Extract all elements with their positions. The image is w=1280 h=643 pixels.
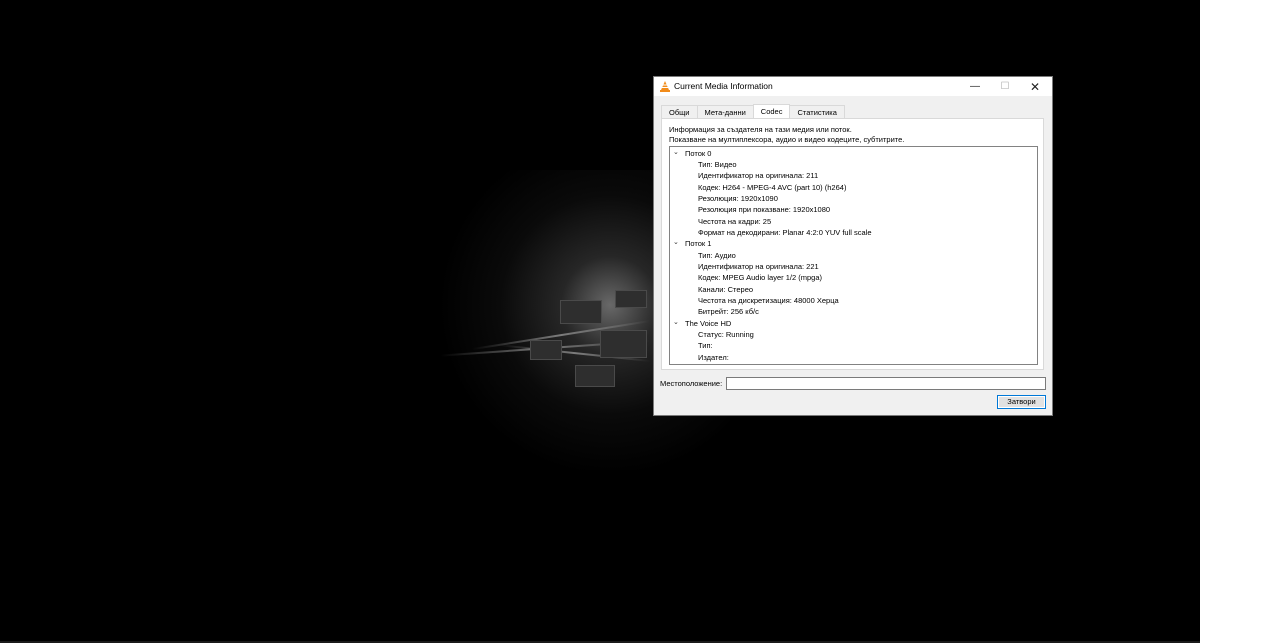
tree-item[interactable]: Идентификатор на оригинала: 221 — [698, 262, 819, 271]
tree-item[interactable]: Тип: Видео — [698, 160, 737, 169]
chevron-down-icon[interactable]: ⌄ — [673, 148, 679, 156]
tree-item[interactable]: Честота на дискретизация: 48000 Херца — [698, 296, 839, 305]
location-input[interactable] — [726, 377, 1046, 390]
close-window-button[interactable]: ✕ — [1020, 77, 1050, 96]
video-shape — [530, 340, 562, 360]
tree-node-stream-1[interactable]: Поток 1 — [685, 239, 711, 248]
tab-codec[interactable]: Codec — [752, 104, 791, 119]
tree-item[interactable]: Честота на кадри: 25 — [698, 217, 771, 226]
location-label: Местоположение: — [660, 379, 723, 388]
tree-item[interactable]: Тип: — [698, 341, 713, 350]
tree-item[interactable]: Кодек: H264 - MPEG-4 AVC (part 10) (h264… — [698, 183, 846, 192]
video-shape — [575, 365, 615, 387]
tab-general[interactable]: Общи — [661, 105, 698, 119]
tree-item[interactable]: Битрейт: 256 кб/с — [698, 307, 759, 316]
tree-item[interactable]: Статус: Running — [698, 330, 754, 339]
codec-tree[interactable]: ⌄ Поток 0 Тип: Видео Идентификатор на ор… — [669, 146, 1038, 365]
video-shape — [560, 300, 602, 324]
close-button[interactable]: Затвори — [997, 395, 1046, 409]
tree-item[interactable]: Резолюция: 1920x1090 — [698, 194, 778, 203]
video-shape — [615, 290, 647, 308]
chevron-down-icon[interactable]: ⌄ — [673, 318, 679, 326]
codec-description-line: Показване на мултиплексора, аудио и виде… — [669, 134, 905, 144]
codec-description: Информация за създателя на тази медия ил… — [669, 125, 904, 144]
tree-item[interactable]: Формат на декодирани: Planar 4:2:0 YUV f… — [698, 228, 872, 237]
media-information-dialog: Current Media Information — ☐ ✕ Общи Мет… — [653, 76, 1053, 416]
maximize-button[interactable]: ☐ — [990, 77, 1020, 96]
tree-node-program[interactable]: The Voice HD — [685, 319, 731, 328]
tree-item[interactable]: Канали: Стерео — [698, 285, 753, 294]
chevron-down-icon[interactable]: ⌄ — [673, 238, 679, 246]
tab-bar: Общи Мета-данни Codec Статистика — [661, 104, 845, 119]
title-bar[interactable]: Current Media Information — ☐ ✕ — [654, 77, 1052, 96]
window-title: Current Media Information — [674, 81, 773, 91]
tree-item[interactable]: Кодек: MPEG Audio layer 1/2 (mpga) — [698, 273, 822, 282]
codec-panel: Информация за създателя на тази медия ил… — [661, 118, 1044, 370]
tree-item[interactable]: Тип: Аудио — [698, 251, 736, 260]
codec-description-line: Информация за създателя на тази медия ил… — [669, 125, 852, 134]
video-shape — [600, 330, 647, 358]
tab-statistics[interactable]: Статистика — [789, 105, 845, 119]
tab-metadata[interactable]: Мета-данни — [696, 105, 754, 119]
tree-item[interactable]: Идентификатор на оригинала: 211 — [698, 171, 818, 180]
tree-item[interactable]: Издател: — [698, 353, 729, 362]
tree-node-stream-0[interactable]: Поток 0 — [685, 149, 711, 158]
vlc-cone-icon — [660, 81, 670, 92]
tree-item[interactable]: Резолюция при показване: 1920x1080 — [698, 205, 830, 214]
minimize-button[interactable]: — — [960, 77, 990, 96]
